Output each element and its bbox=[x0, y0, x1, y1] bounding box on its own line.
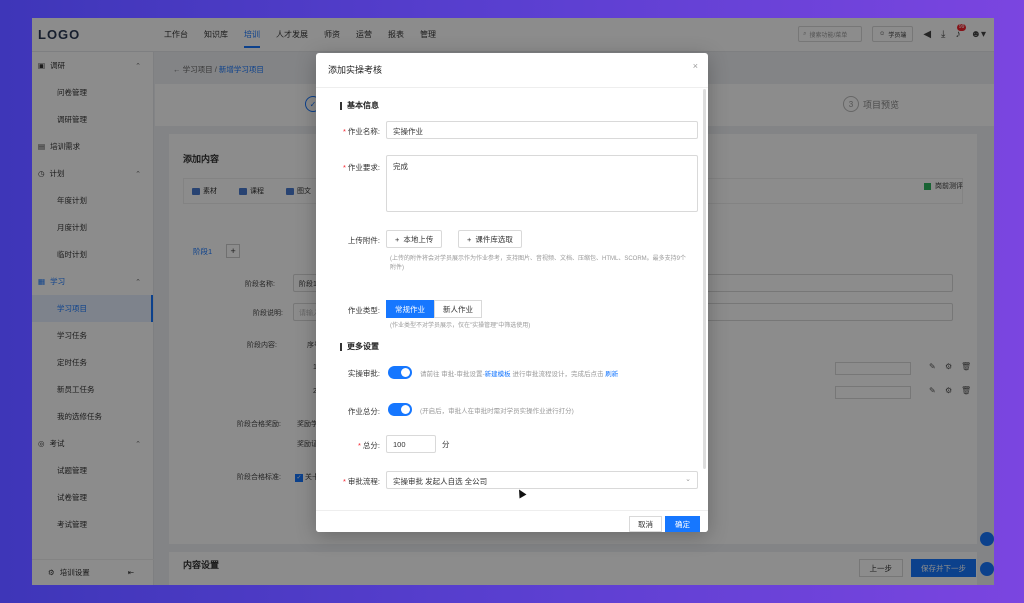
scrollbar[interactable] bbox=[703, 89, 706, 469]
score-unit: 分 bbox=[442, 440, 450, 449]
attachment-note: (上传的附件将会对学员展示作为作业参考，支持图片、音视频、文档、压缩包、HTML… bbox=[390, 256, 687, 271]
approval-toggle[interactable] bbox=[388, 366, 412, 379]
add-practical-assessment-dialog: 添加实操考核 × 基本信息 * 作业名称: 实操作业 * 作业要求: 完成 上传附件… bbox=[316, 53, 708, 532]
note-text: 进行审批流程设计，完成后点击 bbox=[510, 371, 606, 378]
library-select-button[interactable]: + 课件库选取 bbox=[458, 230, 522, 248]
homework-name-label: * 作业名称: bbox=[342, 127, 380, 136]
button-label: 本地上传 bbox=[403, 234, 434, 244]
type-newbie-option[interactable]: 新人作业 bbox=[434, 300, 482, 318]
label-text: 作业名称: bbox=[347, 127, 380, 136]
plus-icon: + bbox=[395, 234, 400, 244]
score-toggle[interactable] bbox=[388, 403, 412, 416]
dialog-title: 添加实操考核 bbox=[328, 65, 383, 75]
approval-note: 请前往 审批-审批设置-新建模板 进行审批流程设计，完成后点击 刷新 bbox=[420, 368, 618, 378]
refresh-link[interactable]: 刷新 bbox=[605, 371, 618, 378]
attachment-label: 上传附件: bbox=[347, 236, 380, 245]
approval-flow-label: * 审批流程: bbox=[342, 477, 380, 486]
plus-icon: + bbox=[467, 234, 472, 244]
more-settings-heading: 更多设置 bbox=[340, 343, 379, 351]
local-upload-button[interactable]: + 本地上传 bbox=[386, 230, 443, 248]
score-note: (开启后，审批人在审批时需对学员实操作业进行打分) bbox=[420, 408, 574, 415]
label-text: 总分: bbox=[362, 441, 380, 450]
type-note: (作业类型不对学员展示，仅在"实操管理"中筛选使用) bbox=[390, 323, 531, 329]
total-score-input[interactable]: 100 bbox=[386, 435, 436, 453]
approval-label: 实操审批: bbox=[347, 369, 380, 378]
dialog-footer: 取消 确定 bbox=[316, 510, 708, 532]
chevron-down-icon: ⌄ bbox=[685, 476, 691, 483]
select-value: 实操审批 发起人自选 全公司 bbox=[393, 477, 488, 486]
cancel-button[interactable]: 取消 bbox=[629, 516, 662, 532]
note-text: 请前往 审批-审批设置- bbox=[420, 371, 485, 378]
homework-req-label: * 作业要求: bbox=[342, 163, 380, 172]
homework-name-input[interactable]: 实操作业 bbox=[386, 121, 698, 139]
new-template-link[interactable]: 新建模板 bbox=[485, 371, 511, 378]
label-text: 审批流程: bbox=[347, 477, 380, 486]
approval-flow-select[interactable]: 实操审批 发起人自选 全公司 ⌄ bbox=[386, 471, 698, 489]
total-score-label: * 总分: bbox=[357, 441, 380, 450]
homework-type-label: 作业类型: bbox=[347, 306, 380, 315]
close-icon[interactable]: × bbox=[693, 61, 698, 71]
score-label: 作业总分: bbox=[347, 407, 380, 416]
label-text: 作业要求: bbox=[347, 163, 380, 172]
homework-req-textarea[interactable]: 完成 bbox=[386, 155, 698, 212]
divider bbox=[316, 87, 708, 88]
confirm-button[interactable]: 确定 bbox=[665, 516, 700, 532]
type-regular-option[interactable]: 常规作业 bbox=[386, 300, 434, 318]
homework-type-segment: 常规作业 新人作业 bbox=[386, 300, 482, 318]
basic-info-heading: 基本信息 bbox=[340, 102, 379, 110]
button-label: 课件库选取 bbox=[475, 234, 513, 244]
